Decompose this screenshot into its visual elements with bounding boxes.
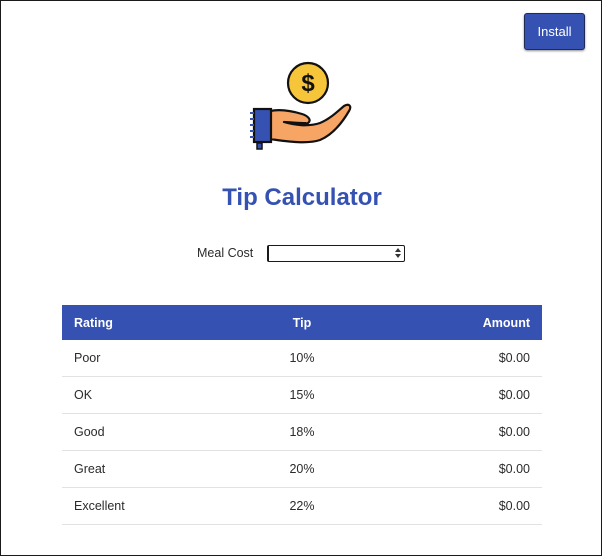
hand-holding-dollar-coin-icon: $	[250, 61, 352, 150]
table-row: Poor 10% $0.00	[62, 340, 542, 377]
install-button[interactable]: Install	[524, 13, 585, 50]
column-header-tip: Tip	[292, 315, 312, 330]
meal-cost-input[interactable]	[267, 245, 405, 262]
spinner-down-icon[interactable]	[395, 254, 401, 258]
table-header-row: Rating Tip Amount	[62, 305, 542, 340]
meal-cost-spinner[interactable]	[394, 247, 402, 260]
tip-amount-cell: $0.00	[383, 340, 542, 377]
rating-cell: Great	[62, 450, 221, 488]
page-title: Tip Calculator	[222, 184, 382, 211]
table-row: Great 20% $0.00	[62, 450, 542, 488]
table-row: OK 15% $0.00	[62, 376, 542, 414]
column-header-rating: Rating	[74, 315, 113, 330]
tip-percent-cell: 18%	[220, 413, 384, 451]
tip-percent-cell: 22%	[220, 487, 384, 525]
tip-percent-cell: 15%	[220, 376, 384, 414]
rating-cell: Good	[62, 413, 221, 451]
meal-cost-label: Meal Cost	[197, 246, 254, 260]
tip-amount-cell: $0.00	[383, 376, 542, 414]
rating-cell: Poor	[62, 340, 221, 377]
coin-dollar-symbol: $	[301, 70, 315, 97]
tip-percent-cell: 20%	[220, 450, 384, 488]
spinner-up-icon[interactable]	[395, 248, 401, 252]
tip-amount-cell: $0.00	[383, 450, 542, 488]
tip-table: Rating Tip Amount Poor 10% $0.00 OK 15% …	[62, 305, 542, 525]
rating-cell: OK	[62, 376, 221, 414]
table-row: Excellent 22% $0.00	[62, 487, 542, 525]
column-header-amount: Amount	[482, 315, 530, 330]
tip-percent-cell: 10%	[220, 340, 384, 377]
table-row: Good 18% $0.00	[62, 413, 542, 451]
rating-cell: Excellent	[62, 487, 221, 525]
app-frame: Install $ Tip Calculator Meal Cost Ratin…	[0, 0, 602, 556]
tip-amount-cell: $0.00	[383, 487, 542, 525]
tip-amount-cell: $0.00	[383, 413, 542, 451]
